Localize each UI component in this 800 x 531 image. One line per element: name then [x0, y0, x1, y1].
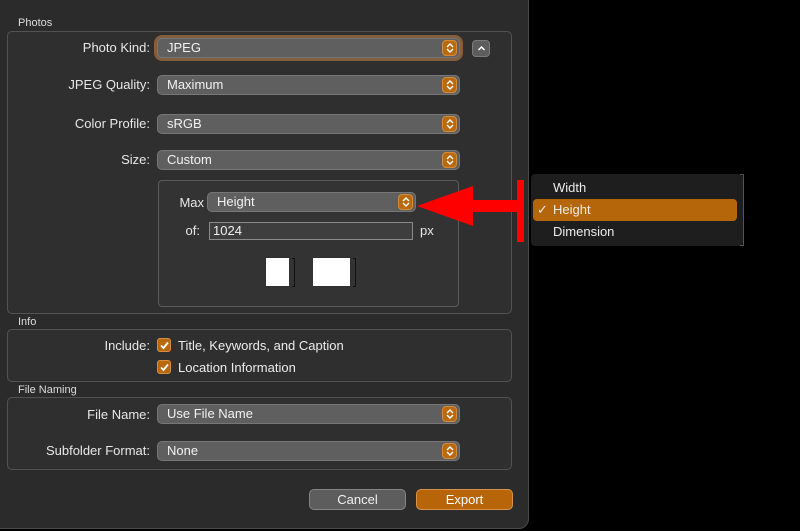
checkmark-icon: ✓ — [537, 202, 548, 217]
size-value-field[interactable]: 1024 — [209, 222, 413, 240]
size-value: Custom — [167, 152, 212, 167]
up-down-chevron-icon — [442, 152, 457, 168]
menu-item-height[interactable]: ✓ Height — [533, 199, 737, 221]
annotation-arrow — [417, 180, 524, 242]
max-dimension-popup[interactable]: Height — [207, 192, 416, 212]
jpeg-quality-label: JPEG Quality: — [68, 77, 150, 92]
max-dimension-value: Height — [217, 194, 255, 209]
color-profile-label: Color Profile: — [74, 116, 150, 131]
file-name-label: File Name: — [87, 407, 150, 422]
export-dialog: Photos Photo Kind: JPEG JPEG Quality: Ma… — [0, 0, 529, 529]
menu-edge — [740, 174, 744, 246]
color-profile-popup[interactable]: sRGB — [157, 114, 460, 134]
color-profile-value: sRGB — [167, 116, 202, 131]
arrow-head-and-shaft — [417, 186, 517, 226]
max-label: Max — [179, 195, 204, 210]
up-down-chevron-icon — [442, 40, 457, 56]
cancel-button[interactable]: Cancel — [309, 489, 406, 510]
preview-bracket — [292, 258, 295, 287]
file-naming-section-title: File Naming — [18, 384, 77, 396]
size-popup[interactable]: Custom — [157, 150, 460, 170]
max-dimension-menu: Width ✓ Height Dimension — [531, 174, 743, 246]
include-label: Include: — [104, 338, 150, 353]
title-keywords-caption-checkbox[interactable] — [157, 338, 171, 352]
menu-item-height-label: Height — [553, 202, 591, 217]
menu-item-dimension-label: Dimension — [553, 224, 615, 239]
photo-kind-value: JPEG — [167, 40, 201, 55]
photo-kind-label: Photo Kind: — [82, 40, 150, 55]
jpeg-quality-popup[interactable]: Maximum — [157, 75, 460, 95]
up-down-chevron-icon — [442, 443, 457, 459]
checkmark-icon — [160, 341, 169, 350]
file-name-value: Use File Name — [167, 406, 253, 421]
info-section-title: Info — [18, 316, 37, 328]
up-down-chevron-icon — [398, 194, 413, 210]
location-information-checkbox[interactable] — [157, 360, 171, 374]
menu-item-dimension[interactable]: Dimension — [533, 221, 737, 243]
menu-item-width[interactable]: Width — [533, 177, 737, 199]
preview-box-landscape — [313, 258, 350, 286]
subfolder-format-value: None — [167, 443, 199, 458]
up-down-chevron-icon — [442, 77, 457, 93]
chevron-up-icon — [477, 45, 486, 51]
file-name-popup[interactable]: Use File Name — [157, 404, 460, 424]
arrow-tail-bar — [517, 180, 524, 242]
preview-box-portrait — [266, 258, 289, 286]
photos-section-title: Photos — [18, 17, 53, 29]
up-down-chevron-icon — [442, 406, 457, 422]
photo-kind-popup[interactable]: JPEG — [157, 38, 460, 58]
size-label: Size: — [121, 152, 150, 167]
collapse-button[interactable] — [472, 40, 490, 57]
up-down-chevron-icon — [442, 116, 457, 132]
export-button[interactable]: Export — [416, 489, 513, 510]
subfolder-format-label: Subfolder Format: — [45, 443, 150, 458]
of-label: of: — [185, 223, 200, 238]
checkmark-icon — [160, 363, 169, 372]
menu-item-width-label: Width — [553, 180, 587, 195]
jpeg-quality-value: Maximum — [167, 77, 224, 92]
preview-bracket — [353, 258, 356, 287]
location-information-label: Location Information — [178, 360, 296, 375]
subfolder-format-popup[interactable]: None — [157, 441, 460, 461]
title-keywords-caption-label: Title, Keywords, and Caption — [178, 338, 344, 353]
